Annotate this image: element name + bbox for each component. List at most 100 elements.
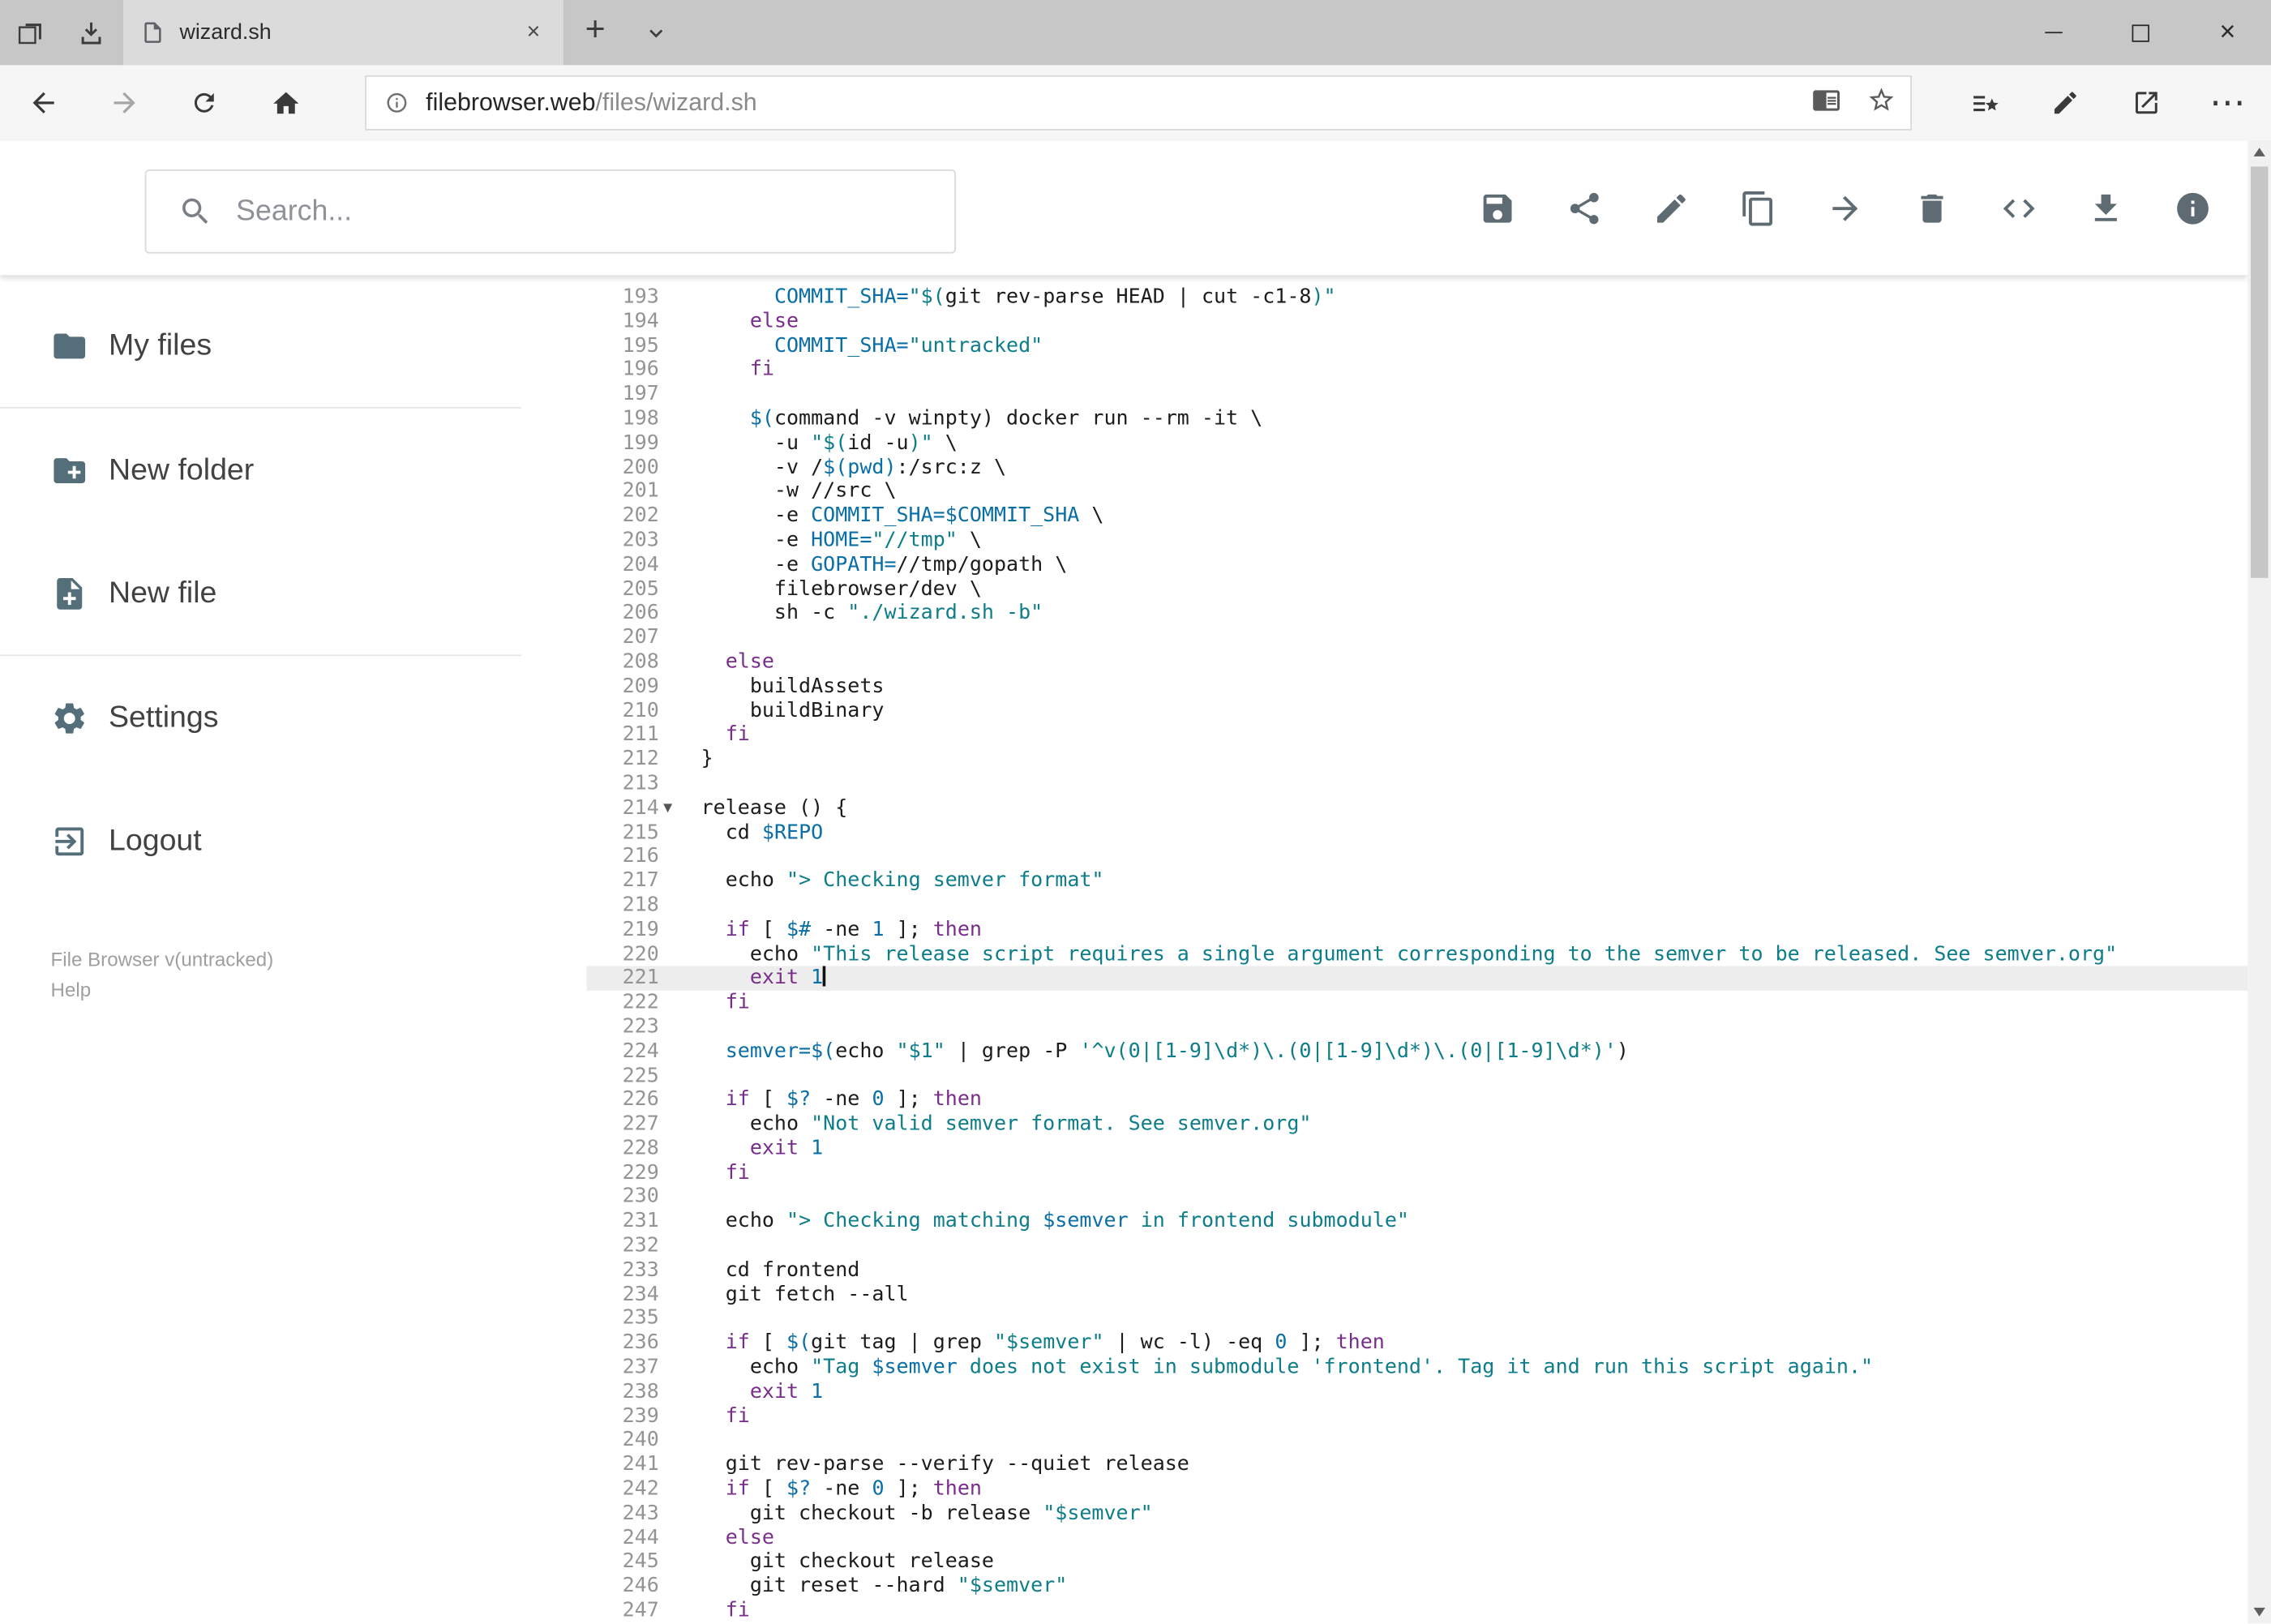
code-line[interactable]: 235 <box>586 1307 2247 1331</box>
scroll-down-arrow[interactable] <box>2247 1600 2271 1624</box>
minimize-button[interactable] <box>2010 0 2097 65</box>
code-line[interactable]: 201 -w //src \ <box>586 480 2247 504</box>
code-line[interactable]: 196 fi <box>586 358 2247 383</box>
sidebar-item-my-files[interactable]: My files <box>0 284 586 407</box>
info-button[interactable] <box>2158 173 2228 242</box>
code-line[interactable]: 221 exit 1 <box>586 966 2248 992</box>
site-info-button[interactable] <box>385 92 409 115</box>
browser-tab[interactable]: wizard.sh × <box>122 0 565 66</box>
code-line[interactable]: 239 fi <box>586 1404 2247 1429</box>
download-button[interactable] <box>2071 173 2140 242</box>
share-button[interactable] <box>1549 173 1619 242</box>
more-menu-button[interactable]: ⋯ <box>2201 77 2253 129</box>
code-line[interactable]: 215 cd $REPO <box>586 821 2247 845</box>
address-bar[interactable]: filebrowser.web/files/wizard.sh <box>365 75 1912 131</box>
fold-marker-icon[interactable]: ▼ <box>659 796 701 821</box>
add-favorite-button[interactable] <box>1867 85 1896 122</box>
code-line[interactable]: 214 ▼ release () { <box>586 796 2247 821</box>
code-line[interactable]: 217 echo "> Checking semver format" <box>586 869 2247 893</box>
code-line[interactable]: 204 -e GOPATH=//tmp/gopath \ <box>586 553 2247 577</box>
code-line[interactable]: 197 <box>586 383 2247 407</box>
code-line[interactable]: 194 else <box>586 310 2247 334</box>
code-line[interactable]: 212} <box>586 748 2247 772</box>
code-line[interactable]: 205 filebrowser/dev \ <box>586 577 2247 602</box>
code-line[interactable]: 213 <box>586 772 2247 796</box>
code-line[interactable]: 211 fi <box>586 723 2247 748</box>
code-line[interactable]: 243 git checkout -b release "$semver" <box>586 1502 2247 1526</box>
code-line[interactable]: 193 COMMIT_SHA="$(git rev-parse HEAD | c… <box>586 285 2247 310</box>
code-line[interactable]: 246 git reset --hard "$semver" <box>586 1575 2247 1599</box>
refresh-button[interactable] <box>178 77 230 129</box>
code-line[interactable]: 220 echo "This release script requires a… <box>586 942 2247 966</box>
code-line[interactable]: 247 fi <box>586 1599 2247 1623</box>
code-line[interactable]: 228 exit 1 <box>586 1137 2247 1161</box>
scroll-up-arrow[interactable] <box>2247 140 2271 164</box>
sidebar-item-new-folder[interactable]: New folder <box>0 409 586 532</box>
code-line[interactable]: 195 COMMIT_SHA="untracked" <box>586 334 2247 358</box>
code-line[interactable]: 200 -v /$(pwd):/src:z \ <box>586 456 2247 480</box>
rename-button[interactable] <box>1637 173 1707 242</box>
back-button[interactable] <box>17 77 69 129</box>
code-line[interactable]: 232 <box>586 1234 2247 1258</box>
close-button[interactable]: × <box>2184 0 2271 65</box>
code-line[interactable]: 230 <box>586 1185 2247 1210</box>
code-line[interactable]: 231 echo "> Checking matching $semver in… <box>586 1210 2247 1234</box>
save-button[interactable] <box>1463 173 1532 242</box>
code-line[interactable]: 240 <box>586 1429 2247 1453</box>
fold-gutter <box>659 285 701 310</box>
raw-button[interactable] <box>1984 173 2054 242</box>
code-line[interactable]: 202 -e COMMIT_SHA=$COMMIT_SHA \ <box>586 504 2247 529</box>
code-line[interactable]: 222 fi <box>586 991 2247 1015</box>
code-line[interactable]: 236 if [ $(git tag | grep "$semver" | wc… <box>586 1331 2247 1356</box>
help-link[interactable]: Help <box>51 975 274 1005</box>
code-line[interactable]: 226 if [ $? -ne 0 ]; then <box>586 1088 2247 1112</box>
code-line[interactable]: 229 fi <box>586 1161 2247 1185</box>
move-button[interactable] <box>1810 173 1880 242</box>
new-tab-button[interactable]: + <box>565 0 626 65</box>
share-button[interactable] <box>2120 77 2172 129</box>
code-line[interactable]: 210 buildBinary <box>586 699 2247 723</box>
set-tabs-aside-button[interactable] <box>61 0 122 65</box>
delete-button[interactable] <box>1897 173 1967 242</box>
code-line[interactable]: 218 <box>586 893 2247 918</box>
page-scrollbar[interactable] <box>2247 140 2271 1624</box>
code-line[interactable]: 216 <box>586 845 2247 869</box>
code-line[interactable]: 244 else <box>586 1526 2247 1550</box>
annotate-button[interactable] <box>2039 77 2091 129</box>
home-button[interactable] <box>259 77 311 129</box>
code-line[interactable]: 224 semver=$(echo "$1" | grep -P '^v(0|[… <box>586 1039 2247 1064</box>
code-line[interactable]: 234 git fetch --all <box>586 1283 2247 1307</box>
copy-button[interactable] <box>1724 173 1793 242</box>
forward-button[interactable] <box>98 77 150 129</box>
code-line[interactable]: 203 -e HOME="//tmp" \ <box>586 529 2247 553</box>
code-line[interactable]: 219 if [ $# -ne 1 ]; then <box>586 918 2247 942</box>
code-line[interactable]: 238 exit 1 <box>586 1380 2247 1404</box>
code-line[interactable]: 209 buildAssets <box>586 675 2247 699</box>
code-line[interactable]: 237 echo "Tag $semver does not exist in … <box>586 1356 2247 1380</box>
code-line[interactable]: 198 $(command -v winpty) docker run --rm… <box>586 407 2247 431</box>
code-line[interactable]: 206 sh -c "./wizard.sh -b" <box>586 602 2247 626</box>
tab-preview-toggle[interactable] <box>626 0 687 65</box>
maximize-button[interactable] <box>2097 0 2184 65</box>
code-line[interactable]: 223 <box>586 1015 2247 1039</box>
scrollbar-thumb[interactable] <box>2250 166 2269 578</box>
code-line[interactable]: 225 <box>586 1064 2247 1088</box>
tab-close-icon[interactable]: × <box>521 19 546 45</box>
code-line[interactable]: 199 -u "$(id -u)" \ <box>586 431 2247 456</box>
code-line[interactable]: 227 echo "Not valid semver format. See s… <box>586 1112 2247 1137</box>
reading-view-button[interactable] <box>1812 85 1841 122</box>
code-line[interactable]: 245 git checkout release <box>586 1550 2247 1575</box>
code-line[interactable]: 207 <box>586 626 2247 650</box>
search-input[interactable] <box>233 193 955 230</box>
code-line[interactable]: 242 if [ $? -ne 0 ]; then <box>586 1477 2247 1502</box>
tabs-set-aside-button[interactable] <box>0 0 61 65</box>
hub-favorites-button[interactable] <box>1958 77 2010 129</box>
sidebar-item-new-file[interactable]: New file <box>0 532 586 655</box>
code-editor[interactable]: 193 COMMIT_SHA="$(git rev-parse HEAD | c… <box>586 275 2248 1624</box>
code-line[interactable]: 241 git rev-parse --verify --quiet relea… <box>586 1453 2247 1477</box>
search-bar[interactable] <box>144 169 956 254</box>
sidebar-item-logout[interactable]: Logout <box>0 779 586 902</box>
sidebar-item-settings[interactable]: Settings <box>0 656 586 779</box>
code-line[interactable]: 208 else <box>586 650 2247 675</box>
code-line[interactable]: 233 cd frontend <box>586 1258 2247 1283</box>
